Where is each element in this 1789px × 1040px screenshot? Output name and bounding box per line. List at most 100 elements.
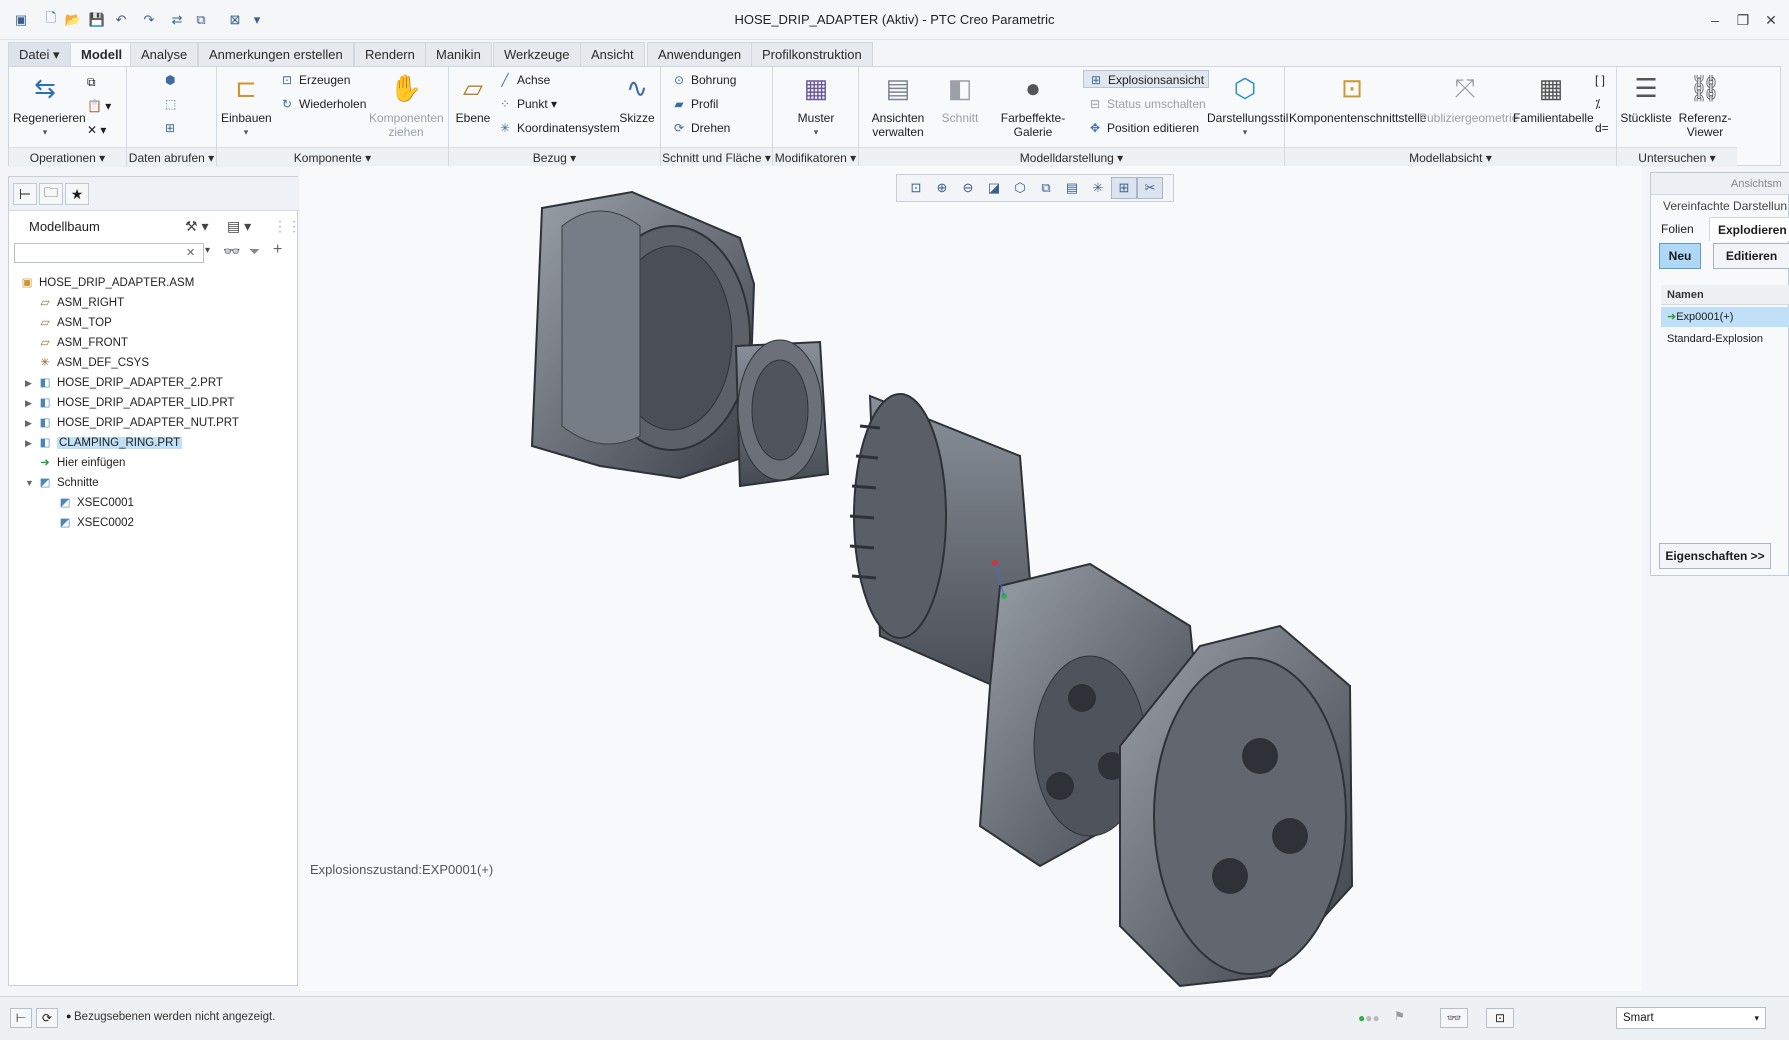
profil-button[interactable]: ▰ Profil [671,95,718,113]
group-label-bezug[interactable]: Bezug ▾ [449,147,660,167]
group-label-untersuchen[interactable]: Untersuchen ▾ [1617,147,1737,167]
editieren-button[interactable]: Editieren [1713,243,1789,269]
graphics-viewport[interactable]: ⊡ ⊕ ⊖ ◪ ⬡ ⧉ ▤ ✳ ⊞ ✂ Explosionszustand:EX… [300,166,1642,991]
maximize-icon[interactable]: ❐ [1730,8,1756,32]
schnitt-button[interactable]: ◧ Schnitt [939,71,981,125]
filter-icon[interactable]: ⏷ [249,243,260,260]
wiederholen-button[interactable]: ↻ Wiederholen [279,95,366,113]
expand-icon[interactable]: ▶ [25,373,37,393]
group-label-modifikatoren[interactable]: Modifikatoren ▾ [773,147,858,167]
group-label-modelldarstellung[interactable]: Modelldarstellung ▾ [859,147,1284,167]
tab-datei[interactable]: Datei ▾ [8,42,71,66]
tree-item-adapter-2[interactable]: ▶ ◧ HOSE_DRIP_ADAPTER_2.PRT [25,373,223,393]
tab-ansicht[interactable]: Ansicht [580,42,645,66]
collapse-icon[interactable]: ▼ [25,473,37,493]
stueckliste-button[interactable]: ☰ Stückliste [1619,71,1673,125]
group-label-modellabsicht[interactable]: Modellabsicht ▾ [1285,147,1616,167]
favorites-tab-icon[interactable]: ★ [65,183,89,205]
punkt-button[interactable]: ⁘ Punkt ▾ [497,95,557,113]
group-label-operationen[interactable]: Operationen ▾ [9,147,126,167]
selection-filter-select[interactable]: Smart ▾ [1616,1007,1766,1029]
minimize-icon[interactable]: – [1702,8,1728,32]
explode-state-row[interactable]: ➜Exp0001(+) [1661,307,1789,327]
komponentenschnittstelle-button[interactable]: ⊡ Komponentenschnittstelle [1289,71,1426,125]
eigenschaften-button[interactable]: Eigenschaften >> [1659,543,1771,569]
tab-folien[interactable]: Folien [1653,217,1702,241]
tab-explodieren[interactable]: Explodieren [1709,217,1789,241]
tab-werkzeuge[interactable]: Werkzeuge [493,42,581,66]
tree-item-clamping-ring[interactable]: ▶ ◧ CLAMPING_RING.PRT [25,433,183,453]
muster-button[interactable]: ▦ Muster ▾ [787,71,845,139]
achse-button[interactable]: ╱ Achse [497,71,550,89]
ansichten-verwalten-button[interactable]: ▤ Ansichten verwalten [863,71,933,139]
nut-part[interactable] [530,190,756,480]
group-label-komponente[interactable]: Komponente ▾ [217,147,448,167]
clamping-ring-part[interactable] [734,339,830,488]
regenerieren-button[interactable]: ⇆ Regenerieren ▾ [13,71,86,139]
tab-analyse[interactable]: Analyse [130,42,199,66]
tree-item-asm[interactable]: ▣ HOSE_DRIP_ADAPTER.ASM [19,273,195,293]
flag-icon[interactable]: ⚑ [1394,1009,1405,1023]
tree-item-insert-here[interactable]: ➜ Hier einfügen [37,453,125,473]
selection-filter-icon[interactable]: ⊡ [1486,1008,1514,1028]
komponenten-ziehen-button[interactable]: ✋ Komponenten ziehen [369,71,444,139]
show-icon[interactable]: ▤ ▾ [227,218,251,235]
explode-state-row[interactable]: Standard-Explosion [1661,329,1789,349]
tab-profilkonstruktion[interactable]: Profilkonstruktion [751,42,873,66]
group-label-daten-abrufen[interactable]: Daten abrufen ▾ [127,147,216,167]
shrinkwrap-icon[interactable]: ⬢ [165,71,175,89]
regen-status-icon[interactable]: ●●● [1358,1011,1380,1025]
tab-anwendungen[interactable]: Anwendungen [647,42,753,66]
delete-icon[interactable]: ✕ ▾ [87,121,106,139]
status-umschalten-button[interactable]: ⊟ Status umschalten [1087,95,1206,113]
model-tree-tab-icon[interactable]: ⊢ [13,183,37,205]
tree-item-xsec0001[interactable]: ◩ XSEC0001 [57,493,134,513]
relations-icon[interactable]: [ ] [1595,71,1605,89]
tree-item-asm-def-csys[interactable]: ✳ ASM_DEF_CSYS [37,353,149,373]
switch-dimensions-icon[interactable]: d= [1595,119,1609,137]
referenz-viewer-button[interactable]: ⛓ Referenz-Viewer [1675,71,1735,139]
add-icon[interactable]: + [273,241,282,259]
erzeugen-button[interactable]: ⊡ Erzeugen [279,71,350,89]
expand-icon[interactable]: ▶ [25,413,37,433]
einbauen-button[interactable]: ⊏ Einbauen ▾ [221,71,272,139]
drehen-button[interactable]: ⟳ Drehen [671,119,730,137]
copy-icon[interactable]: ⧉ [87,73,96,91]
neu-button[interactable]: Neu [1659,243,1701,269]
parameters-icon[interactable]: ⁒ [1595,95,1600,113]
copy-geom-icon[interactable]: ⬚ [165,95,176,113]
tree-item-adapter-lid[interactable]: ▶ ◧ HOSE_DRIP_ADAPTER_LID.PRT [25,393,234,413]
position-editieren-button[interactable]: ✥ Position editieren [1087,119,1199,137]
group-label-schnitt-flaeche[interactable]: Schnitt und Fläche ▾ [661,147,772,167]
tab-manikin[interactable]: Manikin [425,42,492,66]
browser-toggle-icon[interactable]: ⟳ [36,1008,58,1028]
clear-search-icon[interactable]: ✕ [186,246,195,259]
ebene-button[interactable]: ▱ Ebene [453,71,493,125]
model-tree-search-input[interactable] [14,243,204,263]
farbeffekte-galerie-button[interactable]: ● Farbeffekte-Galerie [983,71,1083,139]
explosionsansicht-button[interactable]: ⊞ Explosionsansicht [1083,70,1210,88]
koordinatensystem-button[interactable]: ✳ Koordinatensystem [497,119,620,137]
publiziergeometrie-button[interactable]: ⤧ Publiziergeometrie [1419,71,1518,125]
bohrung-button[interactable]: ⊙ Bohrung [671,71,736,89]
tree-item-schnitte[interactable]: ▼ ◩ Schnitte [25,473,99,493]
tree-item-adapter-nut[interactable]: ▶ ◧ HOSE_DRIP_ADAPTER_NUT.PRT [25,413,239,433]
columns-icon[interactable]: ⋮⋮ [273,218,301,235]
navigator-toggle-icon[interactable]: ⊢ [10,1008,32,1028]
find-binoculars-icon[interactable]: 👓 [223,243,240,260]
tree-item-asm-front[interactable]: ▱ ASM_FRONT [37,333,128,353]
tab-rendern[interactable]: Rendern [354,42,426,66]
merge-icon[interactable]: ⊞ [165,119,175,137]
folder-browser-tab-icon[interactable]: 🗀 [39,183,63,205]
find-icon[interactable]: 👓 [1440,1008,1468,1028]
paste-icon[interactable]: 📋 ▾ [87,97,111,115]
tree-item-asm-right[interactable]: ▱ ASM_RIGHT [37,293,125,313]
tab-modell[interactable]: Modell [70,42,134,67]
tree-item-xsec0002[interactable]: ◩ XSEC0002 [57,513,134,533]
tree-item-asm-top[interactable]: ▱ ASM_TOP [37,313,112,333]
tab-anmerkungen[interactable]: Anmerkungen erstellen [198,42,354,66]
familientabelle-button[interactable]: ▦ Familientabelle [1513,71,1594,125]
settings-icon[interactable]: ⚒ ▾ [185,218,208,235]
skizze-button[interactable]: ∿ Skizze [617,71,657,125]
simplified-rep-tab[interactable]: Vereinfachte Darstellun [1651,199,1789,217]
